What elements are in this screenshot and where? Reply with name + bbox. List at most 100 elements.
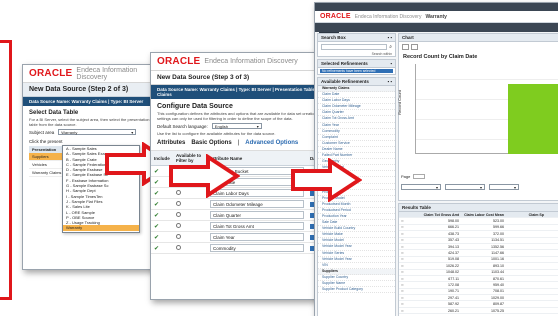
check-icon[interactable]: ✔ (154, 180, 159, 186)
cell-labor-cost: 1103.44 (491, 270, 504, 275)
page-input[interactable] (413, 174, 426, 179)
row-action-icons[interactable]: ▫▫ (399, 245, 413, 249)
cell-gross-amt: 297.41 (448, 295, 459, 300)
search-box-title: Search Box (321, 35, 346, 40)
cell-labor-cost: 372.00 (493, 231, 504, 236)
attribute-name-cell: Commodity (207, 242, 307, 254)
row-action-icons[interactable]: ▫▫ (399, 283, 413, 287)
tab-basic-options[interactable]: Basic Options (191, 140, 231, 146)
chart-dimension-select[interactable]: ▾ (445, 184, 485, 190)
cell-gross-amt: 1048.02 (446, 270, 459, 275)
row-action-icons[interactable]: ▫▫ (399, 270, 413, 274)
chevron-down-icon: ▾ (131, 129, 134, 135)
chart-metric-select[interactable]: ▾ (401, 184, 441, 190)
selected-refinements-title: Selected Refinements (321, 61, 368, 66)
subject-area-select[interactable]: Warranty ▾ (58, 129, 137, 135)
filter-cell[interactable] (173, 242, 207, 254)
no-refinements-message: No refinements have been selected (320, 69, 393, 73)
panel-options-icon[interactable]: ▪ (390, 61, 392, 66)
col-claim-sp[interactable]: Claim Sp (506, 213, 546, 217)
filter-radio[interactable] (176, 200, 181, 206)
check-icon[interactable]: ✔ (154, 202, 159, 208)
row-action-icons[interactable]: ▫▫ (399, 277, 413, 281)
panel-options-icon[interactable]: ▪ ▪ (388, 35, 392, 40)
language-label: Default Search language: (157, 123, 208, 129)
col-claim-tot-gross[interactable]: Claim Tot Gross Amt (413, 213, 461, 217)
attribute-name-text: Claim Odometer Mileage (213, 201, 263, 207)
attribute-name-field[interactable]: Commodity (210, 244, 304, 252)
cell-gross-amt: 357.43 (448, 238, 459, 243)
row-action-icons[interactable]: ▫▫ (399, 296, 413, 300)
cell-gross-amt: 1026.22 (446, 263, 459, 268)
filter-radio[interactable] (176, 233, 181, 239)
refinement-item[interactable]: Supplier Product Category (318, 287, 395, 294)
check-icon[interactable]: ✔ (154, 191, 159, 197)
row-action-icons[interactable]: ▫▫ (399, 264, 413, 268)
filter-radio[interactable] (176, 211, 181, 217)
cell-labor-cost: 809.87 (493, 302, 504, 307)
oracle-logo: ORACLE (157, 56, 201, 67)
cell-labor-cost: 523.00 (493, 219, 504, 224)
chart-pager: Page (401, 174, 426, 179)
table-row[interactable]: ▫▫ 260.21 1075.25 (399, 308, 558, 315)
results-table-panel: Results Table Claim Tot Gross Amt Claim … (398, 203, 558, 316)
include-cell[interactable]: ✔ (151, 231, 173, 243)
row-action-icons[interactable]: ▫▫ (399, 225, 413, 229)
chart-panel-title: Chart (402, 35, 414, 40)
cell-labor-cost: 893.10 (493, 263, 504, 268)
attribute-name-text: Claim Quarter (213, 212, 242, 218)
row-action-icons[interactable]: ▫▫ (399, 289, 413, 293)
filter-radio[interactable] (176, 244, 181, 250)
filter-cell[interactable] (173, 209, 207, 221)
include-cell[interactable]: ✔ (151, 242, 173, 254)
include-cell[interactable]: ✔ (151, 220, 173, 232)
cell-gross-amt: 666.21 (448, 225, 459, 230)
col-claim-labor-cost[interactable]: Claim Labor Cost Mean (461, 213, 506, 217)
check-icon[interactable]: ✔ (154, 224, 159, 230)
attribute-name-field[interactable]: Claim Quarter (210, 211, 304, 219)
chart-toolbar (399, 42, 558, 52)
cell-gross-amt: 598.00 (448, 219, 459, 224)
row-action-icons[interactable]: ▫▫ (399, 257, 413, 261)
tutorial-collage: ORACLE Endeca Information Discovery New … (0, 0, 558, 316)
section-title: Select Data Table (29, 110, 79, 116)
row-action-icons[interactable]: ▫▫ (399, 251, 413, 255)
attribute-name-field[interactable]: Claim Tot Gross Amt (210, 222, 304, 230)
check-icon[interactable]: ✔ (154, 213, 159, 219)
tab-advanced-options[interactable]: Advanced Options (245, 140, 298, 146)
bar-chart-icon[interactable] (402, 44, 409, 50)
filter-cell[interactable] (173, 198, 207, 210)
y-axis-label: Record Count (396, 90, 402, 115)
cell-labor-cost: 1352.56 (491, 244, 504, 249)
search-icon[interactable]: ⌕ (389, 44, 392, 50)
subject-area-row: Subject area Warranty ▾ (23, 127, 163, 137)
include-cell[interactable]: ✔ (151, 198, 173, 210)
chart-bar[interactable] (508, 84, 558, 154)
check-icon[interactable]: ✔ (154, 169, 159, 175)
row-action-icons[interactable]: ▫▫ (399, 232, 413, 236)
row-action-icons[interactable]: ▫▫ (399, 219, 413, 223)
search-input[interactable] (321, 44, 388, 50)
row-action-icons[interactable]: ▫▫ (399, 302, 413, 306)
cell-gross-amt: 172.08 (448, 282, 459, 287)
cell-gross-amt: 190.71 (448, 289, 459, 294)
line-chart-icon[interactable] (411, 44, 418, 50)
filter-radio[interactable] (176, 222, 181, 228)
chart-group-select[interactable]: ▾ (489, 184, 519, 190)
app-tab-bar: Claims (315, 23, 558, 39)
attribute-name-field[interactable]: Claim Year (210, 233, 304, 241)
dropdown-option-selected[interactable]: Warranty (63, 225, 139, 231)
check-icon[interactable]: ✔ (154, 235, 159, 241)
tab-attributes[interactable]: Attributes (157, 140, 185, 146)
cell-labor-cost: 1029.00 (491, 295, 504, 300)
language-select[interactable]: English ▾ (211, 123, 262, 129)
results-body: ▫▫ 598.00 523.00 ▫▫ 666.21 599.66 ▫▫ 438.73 372.… (399, 218, 558, 315)
panel-options-icon[interactable]: ▪ ▪ (388, 79, 392, 84)
include-cell[interactable]: ✔ (151, 209, 173, 221)
filter-cell[interactable] (173, 231, 207, 243)
row-action-icons[interactable]: ▫▫ (399, 309, 413, 313)
row-action-icons[interactable]: ▫▫ (399, 238, 413, 242)
check-icon[interactable]: ✔ (154, 246, 159, 252)
filter-cell[interactable] (173, 220, 207, 232)
cell-labor-cost: 1147.66 (491, 251, 504, 256)
